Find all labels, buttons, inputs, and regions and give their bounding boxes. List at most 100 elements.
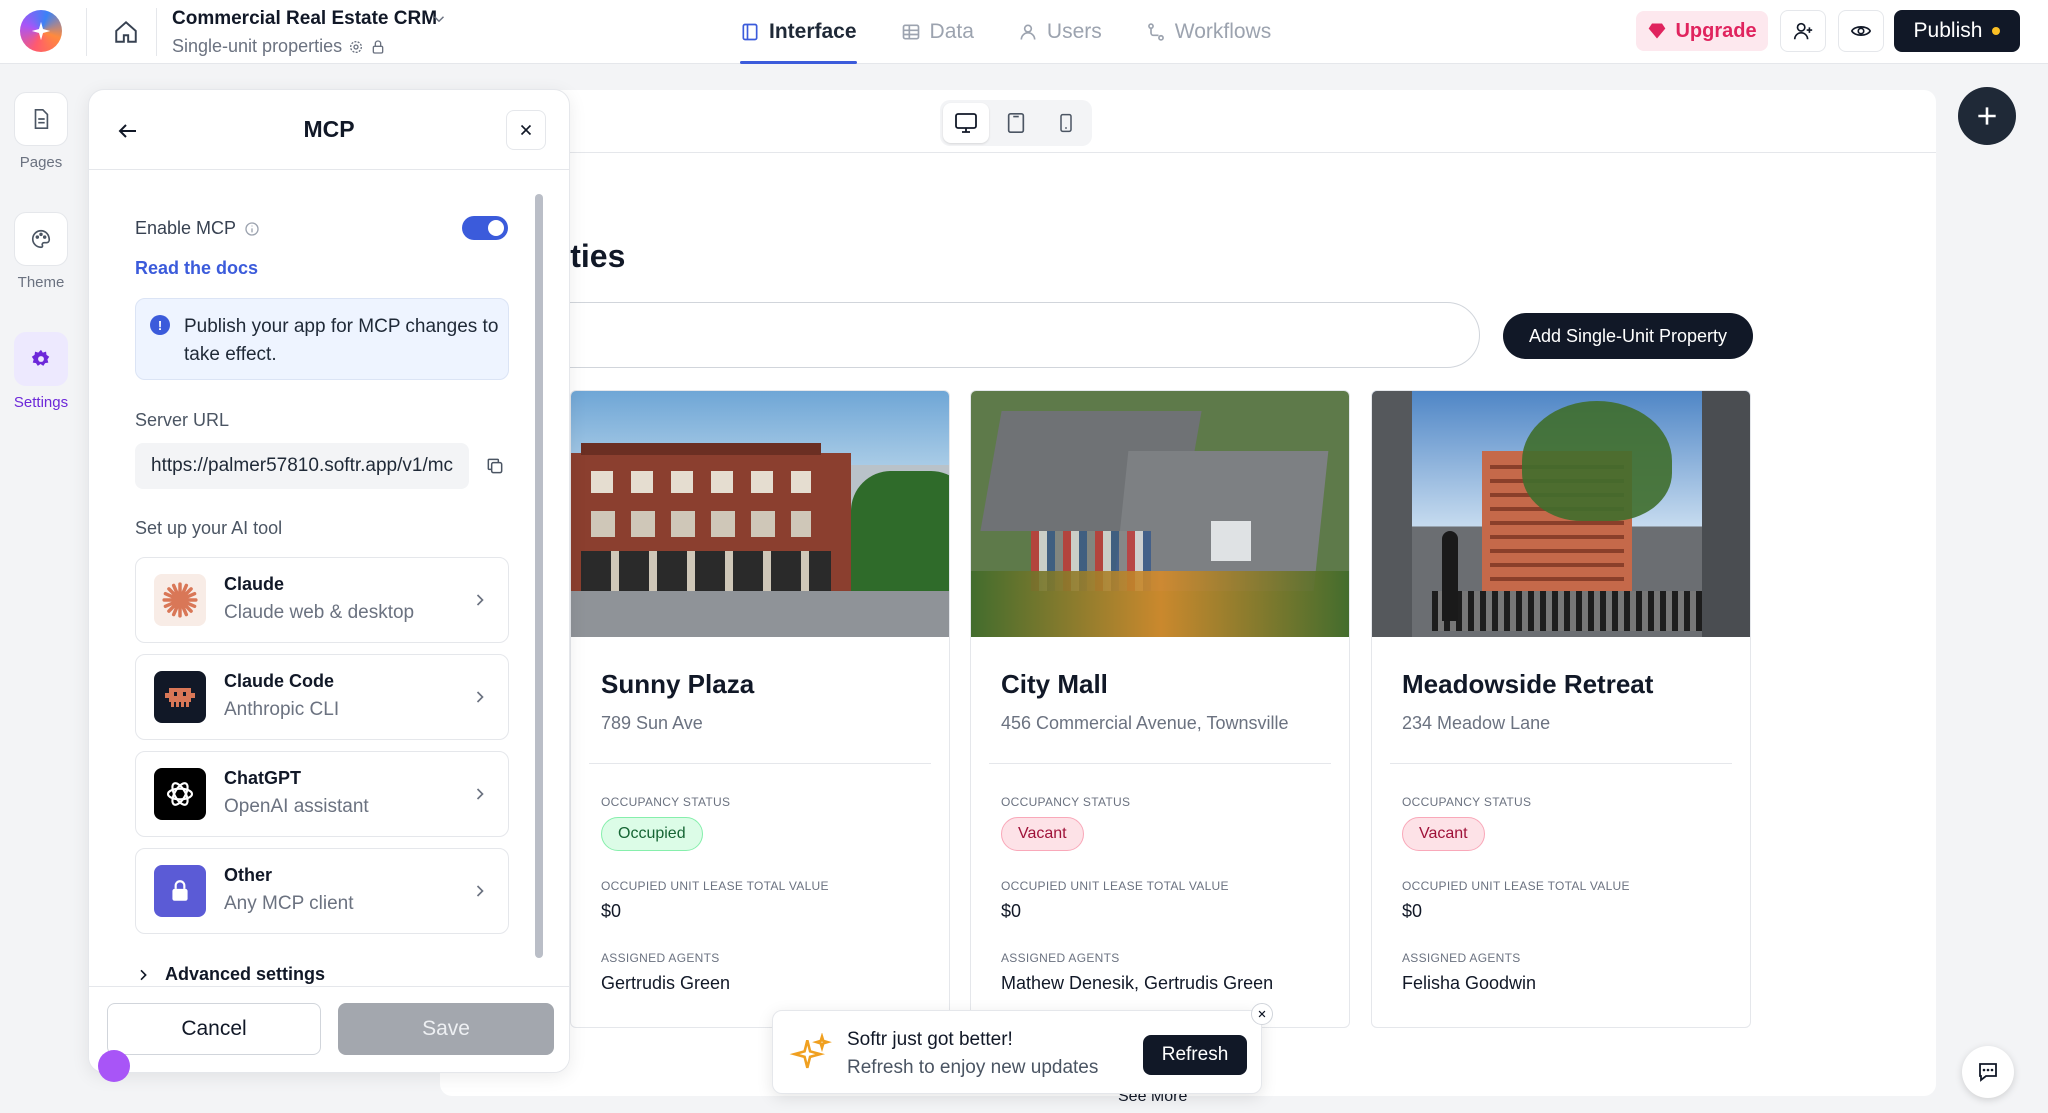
app-title[interactable]: Commercial Real Estate CRM	[172, 8, 437, 30]
chevron-right-icon	[476, 885, 484, 897]
main-nav: Interface Data Users Workflows	[740, 0, 1271, 64]
property-address: 234 Meadow Lane	[1402, 713, 1551, 733]
tab-data[interactable]: Data	[901, 0, 974, 64]
server-url-input[interactable]	[135, 443, 469, 489]
tool-item-chatgpt[interactable]: ChatGPT OpenAI assistant	[135, 751, 509, 837]
setup-ai-label: Set up your AI tool	[135, 518, 283, 538]
divider	[989, 763, 1331, 764]
home-icon	[115, 20, 137, 43]
save-button[interactable]: Save	[338, 1003, 554, 1055]
tool-item-claude[interactable]: Claude Claude web & desktop	[135, 557, 509, 643]
publish-notice: ! Publish your app for MCP changes to ta…	[135, 298, 509, 380]
tool-name: Claude	[224, 574, 285, 594]
panel-footer: Cancel Save	[89, 986, 569, 1072]
chevron-right-icon	[476, 691, 484, 703]
layout-icon	[742, 23, 758, 41]
toast-close-button[interactable]	[1251, 1003, 1273, 1025]
sparkle-icon	[31, 21, 51, 41]
status-badge: Vacant	[1001, 817, 1084, 851]
property-card[interactable]: City Mall 456 Commercial Avenue, Townsvi…	[970, 390, 1350, 1028]
divider	[440, 152, 1936, 153]
avatar[interactable]	[98, 1050, 130, 1082]
gear-icon	[31, 349, 50, 366]
agents-label: ASSIGNED AGENTS	[1402, 951, 1521, 965]
divider	[1390, 763, 1732, 764]
lease-value: $0	[1402, 901, 1423, 921]
add-block-button[interactable]	[1958, 87, 2016, 145]
publish-button[interactable]: Publish	[1894, 10, 2020, 52]
chevron-right-icon	[476, 788, 484, 800]
alert-icon: !	[150, 315, 170, 335]
tab-label: Interface	[769, 20, 857, 43]
tool-item-other[interactable]: Other Any MCP client	[135, 848, 509, 934]
unpublished-changes-dot	[1992, 27, 2001, 35]
lock-icon[interactable]	[370, 39, 386, 55]
divider	[156, 8, 157, 56]
chat-support-button[interactable]	[1962, 1046, 2014, 1098]
plus-icon	[1978, 107, 1996, 125]
advanced-settings-toggle[interactable]: Advanced settings	[135, 964, 325, 985]
rail-item-pages[interactable]: Pages	[0, 92, 82, 171]
rail-icon-box	[14, 92, 68, 146]
app-switcher-button[interactable]	[430, 10, 448, 33]
property-card[interactable]: Sunny Plaza 789 Sun Ave OCCUPANCY STATUS…	[570, 390, 950, 1028]
invite-user-button[interactable]	[1780, 10, 1826, 52]
close-button[interactable]	[506, 110, 546, 150]
occupancy-label: OCCUPANCY STATUS	[1001, 795, 1131, 809]
panel-scrollbar[interactable]	[535, 194, 543, 958]
rail-label: Settings	[13, 394, 69, 411]
rail-item-theme[interactable]: Theme	[0, 212, 82, 291]
divider	[589, 763, 931, 764]
search-input[interactable]	[440, 302, 1480, 368]
property-photo	[971, 391, 1349, 637]
phone-icon	[1060, 113, 1072, 133]
rail-icon-box	[14, 212, 68, 266]
tablet-view-button[interactable]	[993, 103, 1039, 143]
publish-label: Publish	[1913, 19, 1983, 42]
preview-button[interactable]	[1838, 10, 1884, 52]
device-switcher	[940, 100, 1092, 146]
tab-users[interactable]: Users	[1018, 0, 1102, 64]
tool-item-claude-code[interactable]: Claude Code Anthropic CLI	[135, 654, 509, 740]
agents-label: ASSIGNED AGENTS	[1001, 951, 1120, 965]
property-card[interactable]: Meadowside Retreat 234 Meadow Lane OCCUP…	[1371, 390, 1751, 1028]
cancel-button[interactable]: Cancel	[107, 1003, 321, 1055]
add-user-icon	[1793, 22, 1813, 40]
app-subtitle-text: Single-unit properties	[172, 36, 343, 56]
property-address: 456 Commercial Avenue, Townsville	[1001, 713, 1289, 733]
status-badge: Occupied	[601, 817, 703, 851]
advanced-settings-label: Advanced settings	[165, 964, 326, 984]
read-docs-link[interactable]: Read the docs	[135, 258, 258, 279]
add-property-button[interactable]: Add Single-Unit Property	[1503, 313, 1753, 359]
enable-mcp-label: Enable MCP	[135, 218, 260, 239]
tab-interface[interactable]: Interface	[740, 0, 857, 64]
copy-url-button[interactable]	[481, 452, 509, 480]
tab-label: Workflows	[1174, 20, 1272, 43]
info-icon[interactable]	[244, 221, 260, 237]
chevron-down-icon	[433, 16, 445, 23]
diamond-icon	[1649, 23, 1666, 39]
update-toast: Softr just got better! Refresh to enjoy …	[772, 1003, 1273, 1094]
softr-logo[interactable]	[20, 10, 62, 52]
tablet-icon	[1007, 113, 1025, 133]
tool-description: Anthropic CLI	[224, 699, 340, 720]
mobile-view-button[interactable]	[1043, 103, 1089, 143]
table-icon	[902, 24, 919, 40]
occupancy-label: OCCUPANCY STATUS	[601, 795, 731, 809]
refresh-button[interactable]: Refresh	[1143, 1035, 1247, 1075]
home-button[interactable]	[106, 12, 146, 52]
lease-label: OCCUPIED UNIT LEASE TOTAL VALUE	[1402, 879, 1630, 893]
tool-name: ChatGPT	[224, 768, 302, 788]
lock-icon	[154, 865, 206, 917]
gear-icon[interactable]	[348, 39, 364, 55]
upgrade-button[interactable]: Upgrade	[1636, 11, 1768, 51]
lease-value: $0	[1001, 901, 1022, 921]
desktop-view-button[interactable]	[943, 103, 989, 143]
tab-workflows[interactable]: Workflows	[1146, 0, 1271, 64]
lease-label: OCCUPIED UNIT LEASE TOTAL VALUE	[1001, 879, 1229, 893]
enable-mcp-toggle[interactable]	[462, 216, 508, 240]
eye-icon	[1850, 26, 1872, 36]
property-name: Sunny Plaza	[601, 669, 755, 699]
palette-icon	[32, 229, 51, 249]
rail-item-settings[interactable]: Settings	[0, 332, 82, 411]
